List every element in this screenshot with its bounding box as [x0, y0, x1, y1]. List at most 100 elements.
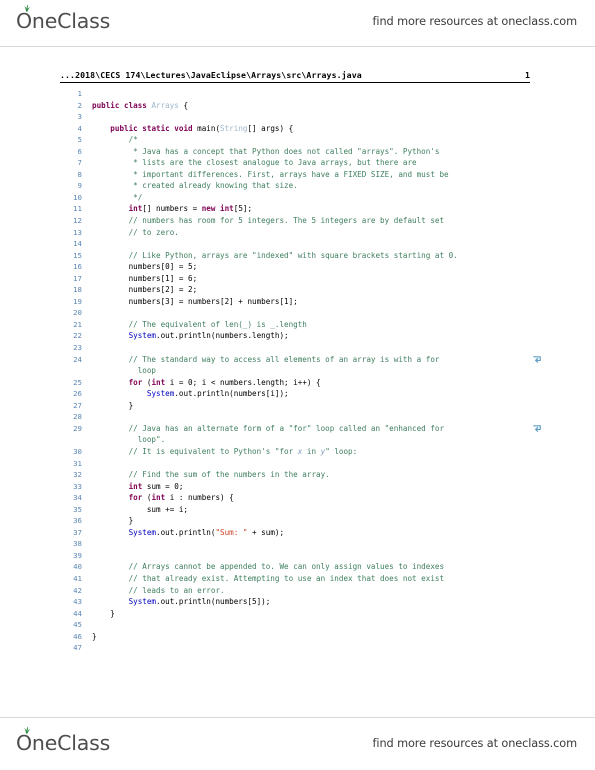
code-line-text: }	[92, 400, 134, 410]
code-line-text: */	[133, 192, 143, 202]
line-number: 46	[73, 631, 82, 641]
code-line: 34 for (int i : numbers) {	[60, 492, 530, 504]
code-line: 28	[60, 411, 530, 423]
code-line: 36 }	[60, 515, 530, 527]
line-number: 14	[73, 239, 82, 249]
line-number: 30	[73, 446, 82, 456]
line-number: 44	[73, 608, 82, 618]
code-line: 14	[60, 238, 530, 250]
code-line-text: // leads to an error.	[128, 585, 225, 595]
code-line-text: // The equivalent of len(_) is _.length	[128, 319, 307, 329]
code-line-continuation: loop	[60, 365, 530, 377]
code-line-text: // Arrays cannot be appended to. We can …	[128, 562, 445, 572]
code-line: 33 int sum = 0;	[60, 481, 530, 493]
line-number: 21	[73, 319, 82, 329]
line-wrap-arrow-icon	[533, 355, 541, 363]
code-line-text: // that already exist. Attempting to use…	[128, 573, 445, 583]
header-divider	[0, 46, 595, 47]
code-line-text: System.out.println(numbers[5]);	[128, 597, 271, 607]
line-number: 8	[77, 169, 82, 179]
line-number: 29	[73, 423, 82, 433]
line-number: 35	[73, 504, 82, 514]
code-line: 40 // Arrays cannot be appended to. We c…	[60, 561, 530, 573]
code-line: 11 int[] numbers = new int[5];	[60, 203, 530, 215]
line-number: 42	[73, 585, 82, 595]
line-number: 37	[73, 527, 82, 537]
line-number: 6	[77, 146, 82, 156]
line-number: 34	[73, 493, 82, 503]
code-line: 21 // The equivalent of len(_) is _.leng…	[60, 319, 530, 331]
code-line-text: public static void main(String[] args) {	[110, 123, 294, 133]
line-number: 11	[73, 204, 82, 214]
code-line: 3	[60, 111, 530, 123]
code-line: 7 * lists are the closest analogue to Ja…	[60, 157, 530, 169]
line-number: 26	[73, 389, 82, 399]
line-number: 20	[73, 308, 82, 318]
line-number: 3	[77, 112, 82, 122]
code-line-text: // numbers has room for 5 integers. The …	[128, 216, 445, 226]
listing-header: ...2018\CECS 174\Lectures\JavaEclipse\Ar…	[60, 70, 530, 83]
line-number: 2	[77, 100, 82, 110]
line-number: 5	[77, 135, 82, 145]
code-line-text: int sum = 0;	[128, 481, 184, 491]
page-header: OneClass find more resources at oneclass…	[0, 0, 595, 42]
code-line: 41 // that already exist. Attempting to …	[60, 573, 530, 585]
code-line: 19 numbers[3] = numbers[2] + numbers[1];	[60, 296, 530, 308]
code-listing: ...2018\CECS 174\Lectures\JavaEclipse\Ar…	[60, 70, 541, 654]
code-line-text: }	[92, 516, 134, 526]
leaf-icon	[23, 4, 31, 12]
line-number: 18	[73, 285, 82, 295]
line-number: 13	[73, 227, 82, 237]
code-line-text: }	[92, 631, 97, 641]
code-line: 1	[60, 88, 530, 100]
footer-divider	[0, 717, 595, 718]
line-number: 9	[77, 181, 82, 191]
code-line: 47	[60, 642, 530, 654]
oneclass-logo-header[interactable]: OneClass	[16, 4, 111, 33]
line-number: 40	[73, 562, 82, 572]
code-line: 27 }	[60, 400, 530, 412]
line-number: 36	[73, 516, 82, 526]
logo-wordmark: OneClass	[16, 9, 111, 33]
code-line: 8 * important differences. First, arrays…	[60, 169, 530, 181]
code-line-text: /*	[128, 135, 138, 145]
code-line: 32 // Find the sum of the numbers in the…	[60, 469, 530, 481]
code-line: 5 /*	[60, 134, 530, 146]
oneclass-logo-footer[interactable]: OneClass	[16, 726, 110, 755]
code-line-text: * Java has a concept that Python does no…	[133, 146, 440, 156]
code-line: 42 // leads to an error.	[60, 585, 530, 597]
code-line-text: sum += i;	[92, 504, 189, 514]
code-line-text: public class Arrays {	[92, 100, 189, 110]
line-number: 22	[73, 331, 82, 341]
line-number: 27	[73, 400, 82, 410]
code-line: 29 // Java has an alternate form of a "f…	[60, 423, 541, 435]
code-line-text: loop".	[137, 435, 166, 445]
code-line: 4 public static void main(String[] args)…	[60, 123, 530, 135]
code-line: 24 // The standard way to access all ele…	[60, 354, 541, 366]
code-line: 23	[60, 342, 530, 354]
line-number: 43	[73, 597, 82, 607]
code-line: 20	[60, 307, 530, 319]
leaf-icon	[23, 726, 31, 734]
code-line-text: // Java has an alternate form of a "for"…	[128, 423, 445, 433]
code-line-text: // Like Python, arrays are "indexed" wit…	[128, 250, 458, 260]
code-line: 10 */	[60, 192, 530, 204]
code-line: 2 public class Arrays {	[60, 100, 530, 112]
line-number: 7	[77, 158, 82, 168]
code-line-text: System.out.println(numbers[i]);	[146, 389, 289, 399]
line-wrap-arrow-icon	[533, 425, 541, 432]
code-line-text: // Find the sum of the numbers in the ar…	[128, 470, 330, 480]
line-number: 33	[73, 481, 82, 491]
code-line-text: for (int i = 0; i < numbers.length; i++)…	[128, 377, 321, 387]
line-number: 23	[73, 343, 82, 353]
line-number: 4	[77, 123, 82, 133]
